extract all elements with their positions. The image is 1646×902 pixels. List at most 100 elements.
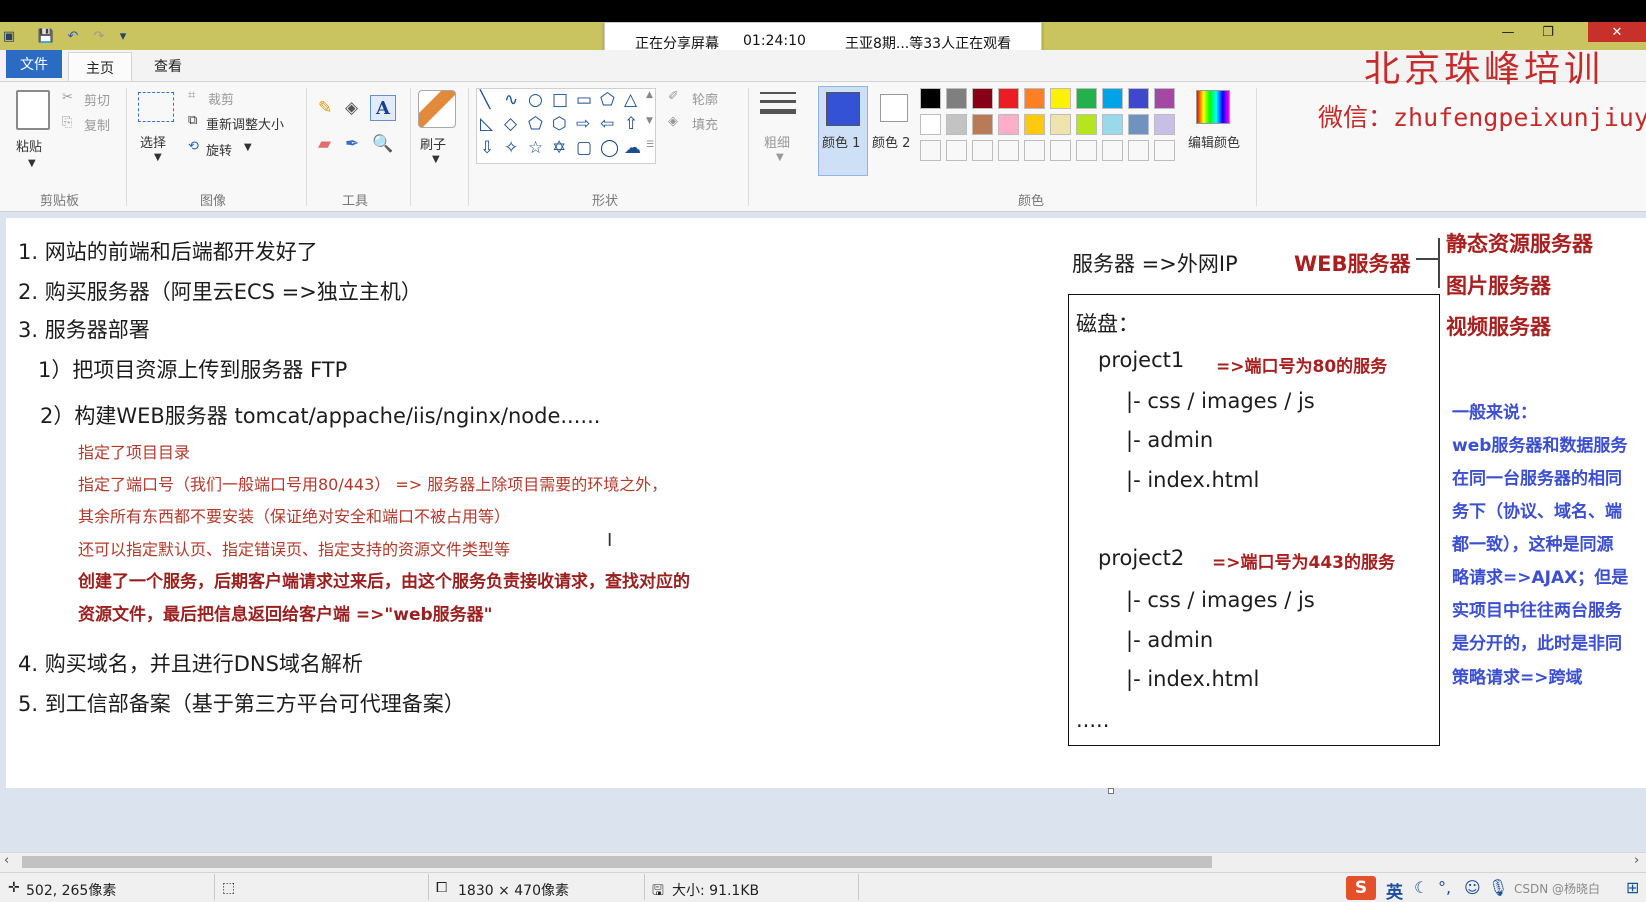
empty-color-swatch[interactable] <box>1128 140 1149 161</box>
copy-icon[interactable]: ⎘ <box>62 115 72 130</box>
color-swatch[interactable] <box>998 88 1019 109</box>
rounded-rectangle-shape-icon[interactable]: ▭ <box>576 92 592 109</box>
select-dropdown-icon[interactable]: ▼ <box>154 152 162 163</box>
select-icon[interactable] <box>138 92 174 122</box>
maximize-button[interactable]: ❐ <box>1528 22 1568 42</box>
magnifier-icon[interactable]: 🔍 <box>372 134 393 154</box>
gallery-scroll-up-icon[interactable]: ▲ <box>646 90 653 100</box>
crop-icon[interactable]: ⌗ <box>188 88 195 103</box>
color-swatch[interactable] <box>1128 114 1149 135</box>
color-swatch[interactable] <box>998 114 1019 135</box>
select-button[interactable]: 选择 <box>140 132 166 151</box>
left-arrow-shape-icon[interactable]: ⇦ <box>600 116 614 133</box>
color2-swatch[interactable] <box>880 94 908 122</box>
brush-dropdown-icon[interactable]: ▼ <box>432 154 440 165</box>
outline-icon[interactable]: ✐ <box>668 89 679 104</box>
curve-shape-icon[interactable]: ∿ <box>504 92 518 109</box>
color-swatch[interactable] <box>1154 88 1175 109</box>
microphone-icon[interactable]: 🎙 <box>1488 878 1508 897</box>
color-swatch[interactable] <box>946 88 967 109</box>
canvas-resize-handle[interactable] <box>1108 788 1114 794</box>
color-swatch[interactable] <box>1154 114 1175 135</box>
color-swatch[interactable] <box>1102 114 1123 135</box>
text-tool-icon[interactable]: A <box>370 95 396 121</box>
scroll-right-icon[interactable]: › <box>1634 853 1639 868</box>
eraser-icon[interactable]: ▰ <box>318 134 331 154</box>
color-swatch[interactable] <box>1050 88 1071 109</box>
gallery-scroll-down-icon[interactable]: ▼ <box>646 116 653 126</box>
copy-button[interactable]: 复制 <box>84 115 110 134</box>
color1-swatch[interactable] <box>826 92 860 126</box>
color-swatch[interactable] <box>1076 114 1097 135</box>
app-icon[interactable]: ▣ <box>0 27 18 45</box>
brush-icon[interactable] <box>418 90 456 128</box>
empty-color-swatch[interactable] <box>1154 140 1175 161</box>
size-dropdown-icon[interactable]: ▼ <box>776 152 784 163</box>
color-swatch[interactable] <box>1024 114 1045 135</box>
resize-button[interactable]: 重新调整大小 <box>206 114 284 133</box>
undo-icon[interactable]: ↶ <box>64 27 82 45</box>
callout-rect-shape-icon[interactable]: ▢ <box>576 140 592 157</box>
color-swatch[interactable] <box>972 114 993 135</box>
empty-color-swatch[interactable] <box>946 140 967 161</box>
cut-button[interactable]: 剪切 <box>84 90 110 109</box>
pentagon-shape-icon[interactable]: ⬠ <box>528 116 543 133</box>
empty-color-swatch[interactable] <box>1076 140 1097 161</box>
color-swatch[interactable] <box>1050 114 1071 135</box>
color-swatch[interactable] <box>1076 88 1097 109</box>
emoji-icon[interactable]: ☺ <box>1464 878 1481 897</box>
color-swatch[interactable] <box>946 114 967 135</box>
paste-icon[interactable] <box>16 90 50 130</box>
line-shape-icon[interactable]: ╲ <box>480 92 490 109</box>
color-swatch[interactable] <box>1102 88 1123 109</box>
paste-dropdown-icon[interactable]: ▼ <box>28 158 36 169</box>
up-arrow-shape-icon[interactable]: ⇧ <box>624 116 638 133</box>
gallery-expand-icon[interactable]: ☰ <box>646 140 654 150</box>
empty-color-swatch[interactable] <box>1024 140 1045 161</box>
fill-shape-icon[interactable]: ◈ <box>668 114 678 129</box>
cut-icon[interactable]: ✂ <box>62 90 73 105</box>
size-button[interactable]: 粗细 <box>764 132 790 151</box>
scroll-left-icon[interactable]: ‹ <box>4 853 9 868</box>
color-swatch[interactable] <box>1128 88 1149 109</box>
diamond-shape-icon[interactable]: ◇ <box>504 116 517 133</box>
customize-toolbar-icon[interactable]: ▾ <box>114 27 132 45</box>
rotate-icon[interactable]: ⟲ <box>188 139 199 154</box>
grid-menu-icon[interactable]: ⊞ <box>1626 878 1639 897</box>
triangle-shape-icon[interactable]: △ <box>624 92 637 109</box>
close-button[interactable]: ✕ <box>1588 22 1646 42</box>
rotate-dropdown-icon[interactable]: ▼ <box>244 142 252 153</box>
punctuation-icon[interactable]: °, <box>1438 878 1451 897</box>
save-icon[interactable]: 💾 <box>37 27 55 45</box>
six-point-star-shape-icon[interactable]: ✡ <box>552 140 566 157</box>
down-arrow-shape-icon[interactable]: ⇩ <box>480 140 494 157</box>
redo-icon[interactable]: ↷ <box>90 27 108 45</box>
empty-color-swatch[interactable] <box>920 140 941 161</box>
callout-cloud-shape-icon[interactable]: ☁ <box>624 140 641 157</box>
empty-color-swatch[interactable] <box>972 140 993 161</box>
fill-icon[interactable]: ◈ <box>345 98 358 118</box>
moon-icon[interactable]: ☾ <box>1414 878 1428 897</box>
scrollbar-thumb[interactable] <box>22 856 1212 868</box>
color-swatch[interactable] <box>972 88 993 109</box>
resize-icon[interactable]: ⧉ <box>188 113 197 128</box>
crop-button[interactable]: 裁剪 <box>208 89 234 108</box>
ime-language[interactable]: 英 <box>1386 878 1403 902</box>
rotate-button[interactable]: 旋转 <box>206 140 232 159</box>
hexagon-shape-icon[interactable]: ⬡ <box>552 116 567 133</box>
edit-colors-button[interactable]: 编辑颜色 <box>1188 132 1240 151</box>
empty-color-swatch[interactable] <box>998 140 1019 161</box>
oval-shape-icon[interactable]: ○ <box>528 92 543 109</box>
four-point-star-shape-icon[interactable]: ✧ <box>504 140 518 157</box>
tab-view[interactable]: 查看 <box>140 52 196 80</box>
right-triangle-shape-icon[interactable]: ◺ <box>480 116 493 133</box>
tab-home[interactable]: 主页 <box>68 52 132 82</box>
fill-button[interactable]: 填充 <box>692 114 718 133</box>
paste-button[interactable]: 粘贴 <box>16 136 42 155</box>
tab-file[interactable]: 文件 <box>6 50 62 78</box>
color-picker-icon[interactable]: ✒ <box>345 134 359 154</box>
right-arrow-shape-icon[interactable]: ⇨ <box>576 116 590 133</box>
pencil-icon[interactable]: ✎ <box>318 98 332 118</box>
empty-color-swatch[interactable] <box>1050 140 1071 161</box>
five-point-star-shape-icon[interactable]: ☆ <box>528 140 543 157</box>
